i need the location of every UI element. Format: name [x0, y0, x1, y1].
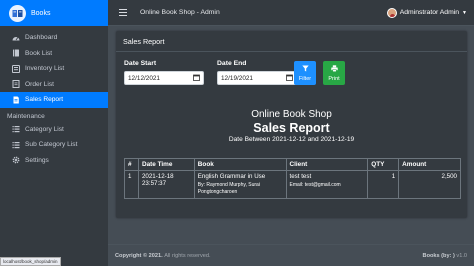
footer-rights: All rights reserved.	[164, 252, 211, 259]
filter-icon	[301, 65, 309, 74]
sales-table: # Date Time Book Client QTY Amount 1 202…	[124, 158, 461, 199]
client-name: test test	[289, 173, 312, 180]
footer-version: Books (by: ) v1.0	[423, 253, 467, 259]
sidebar-item-label: Book List	[25, 49, 53, 57]
column-header: #	[124, 158, 139, 171]
date-start-input[interactable]: 12/12/2021	[124, 71, 204, 85]
chevron-down-icon: ▼	[462, 9, 467, 16]
book-icon	[11, 49, 20, 58]
date-end-value: 12/19/2021	[221, 74, 253, 82]
row-book: English Grammar in Use By: Raymond Murph…	[193, 170, 287, 199]
book-title: English Grammar in Use	[197, 173, 266, 180]
sidebar-item-category-list[interactable]: Category List	[0, 122, 108, 138]
print-button[interactable]: Print	[323, 61, 345, 85]
calendar-icon[interactable]	[193, 74, 200, 83]
column-header: QTY	[367, 158, 400, 171]
row-amount: 2,500	[398, 170, 461, 199]
report-date-range: Date Between 2021-12-12 and 2021-12-19	[228, 136, 355, 143]
sidebar-item-settings[interactable]: Settings	[0, 153, 108, 169]
list-icon	[11, 140, 20, 149]
status-bar-url: localhost/book_shop/admin	[0, 257, 61, 266]
brand-name: Books	[31, 9, 51, 17]
brand-link[interactable]: Books	[0, 0, 108, 26]
row-datetime: 2021-12-18 23:57:37	[137, 170, 195, 199]
sidebar-item-label: Dashboard	[25, 34, 58, 42]
footer-copyright: Copyright © 2021.	[115, 252, 163, 259]
sidebar-section-maintenance: Maintenance	[7, 112, 45, 120]
sidebar-item-label: Order List	[25, 80, 54, 88]
book-author: By: Raymond Murphy, Surai Pongtongcharoe…	[197, 182, 260, 195]
sidebar-item-order-list[interactable]: Order List	[0, 77, 108, 93]
page-title: Online Book Shop - Admin	[140, 9, 220, 16]
table-header-row: # Date Time Book Client QTY Amount	[124, 158, 461, 171]
sidebar-item-dashboard[interactable]: Dashboard	[0, 30, 108, 46]
footer-version-number: v1.0	[456, 252, 467, 259]
report-shop-name: Online Book Shop	[251, 109, 332, 120]
menu-toggle-icon[interactable]	[119, 8, 127, 18]
books-logo-icon	[9, 4, 26, 22]
list-icon	[11, 125, 20, 134]
sidebar-item-label: Inventory List	[25, 65, 65, 73]
user-menu[interactable]: Adminstrator Admin ▼	[386, 7, 467, 18]
filter-button[interactable]: Filter	[294, 61, 316, 85]
print-button-label: Print	[328, 75, 340, 82]
sidebar-item-label: Category List	[25, 125, 64, 133]
row-qty: 1	[367, 170, 400, 199]
footer: Copyright © 2021. All rights reserved. B…	[108, 244, 474, 266]
calendar-icon[interactable]	[286, 74, 293, 83]
date-start-value: 12/12/2021	[128, 74, 160, 82]
sidebar-item-sub-category-list[interactable]: Sub Category List	[0, 137, 108, 153]
sidebar-nav: Dashboard Book List Inventory List Order…	[0, 26, 108, 168]
card-title: Sales Report	[116, 31, 467, 52]
sidebar-item-label: Sub Category List	[25, 141, 78, 149]
date-end-group: Date End 12/19/2021	[217, 60, 297, 85]
report-icon	[11, 95, 20, 104]
avatar	[386, 7, 397, 18]
column-header: Book	[193, 158, 287, 171]
print-icon	[330, 64, 338, 74]
sidebar-item-label: Settings	[25, 156, 49, 164]
gear-icon	[11, 156, 20, 165]
footer-brand: Books (by: )	[422, 252, 455, 259]
sales-report-card: Sales Report Date Start 12/12/2021 Date …	[116, 31, 467, 218]
date-start-label: Date Start	[124, 60, 157, 67]
inventory-icon	[11, 64, 20, 73]
column-header: Date Time	[137, 158, 195, 171]
sidebar: Books Dashboard Book List Inventory List…	[0, 0, 108, 266]
date-end-input[interactable]: 12/19/2021	[217, 71, 297, 85]
dashboard-icon	[11, 33, 20, 42]
sidebar-item-sales-report[interactable]: Sales Report	[0, 92, 108, 108]
date-start-group: Date Start 12/12/2021	[124, 60, 204, 85]
row-client: test test Email: test@gmail.com	[285, 170, 369, 199]
order-icon	[11, 80, 20, 89]
user-name: Adminstrator Admin	[399, 9, 460, 16]
column-header: Amount	[398, 158, 461, 171]
row-number: 1	[124, 170, 139, 199]
table-row: 1 2021-12-18 23:57:37 English Grammar in…	[124, 170, 461, 199]
filter-button-label: Filter	[298, 75, 312, 82]
sidebar-item-book-list[interactable]: Book List	[0, 46, 108, 62]
column-header: Client	[285, 158, 369, 171]
top-navbar: Online Book Shop - Admin Adminstrator Ad…	[108, 0, 474, 26]
date-end-label: Date End	[217, 60, 247, 67]
report-title: Sales Report	[253, 121, 330, 135]
date-filters: Date Start 12/12/2021 Date End 12/19/202…	[124, 60, 297, 85]
client-email: Email: test@gmail.com	[289, 182, 341, 188]
sidebar-item-inventory-list[interactable]: Inventory List	[0, 61, 108, 77]
sidebar-item-label: Sales Report	[25, 96, 64, 104]
